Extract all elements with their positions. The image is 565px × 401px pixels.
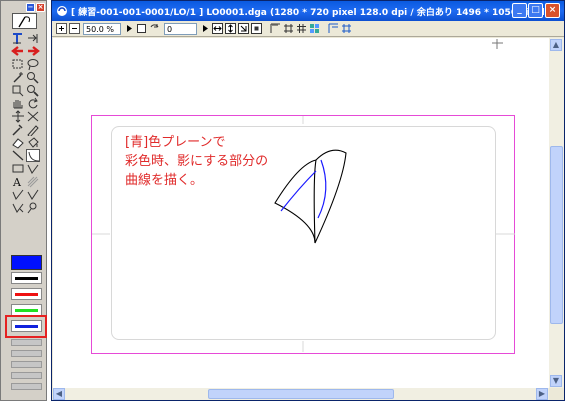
insert-icon[interactable] bbox=[26, 32, 40, 45]
vertical-scrollbar[interactable]: ▲ ▼ bbox=[549, 38, 564, 388]
rotate-view-icon[interactable] bbox=[149, 23, 160, 34]
zoom-dropdown-icon[interactable] bbox=[124, 23, 135, 34]
color-swatch-empty[interactable] bbox=[11, 339, 42, 346]
color-swatch-black[interactable] bbox=[11, 272, 42, 284]
app-icon bbox=[57, 6, 67, 16]
color-swatch-empty[interactable] bbox=[11, 372, 42, 379]
fill-bucket-icon[interactable] bbox=[26, 136, 40, 149]
scroll-up-icon[interactable]: ▲ bbox=[550, 39, 562, 51]
color-swatch-blue-selected[interactable] bbox=[11, 255, 42, 270]
line-tool-icon[interactable] bbox=[11, 149, 25, 162]
snap-grid-icon[interactable] bbox=[341, 23, 352, 34]
scroll-down-icon[interactable]: ▼ bbox=[550, 375, 562, 387]
actual-size-icon[interactable] bbox=[251, 23, 262, 34]
zoom-field[interactable] bbox=[83, 23, 121, 35]
horizontal-scrollbar[interactable]: ◀ ▶ bbox=[53, 388, 549, 400]
current-tool-indicator[interactable] bbox=[12, 13, 37, 29]
transparency-icon[interactable] bbox=[309, 23, 320, 34]
move-icon[interactable] bbox=[11, 110, 25, 123]
magnifier-icon[interactable] bbox=[26, 84, 40, 97]
magic-wand-icon[interactable] bbox=[11, 71, 25, 84]
frame-dropdown-icon[interactable] bbox=[200, 23, 211, 34]
window-title: [ 練習-001-001-0001/LO/1 ] LO0001.dga (128… bbox=[71, 8, 549, 18]
svg-text:A: A bbox=[12, 176, 22, 188]
correct-line-icon[interactable] bbox=[11, 188, 25, 201]
rect-select-icon[interactable] bbox=[11, 58, 25, 71]
hand-icon[interactable] bbox=[11, 97, 25, 110]
drawing-canvas[interactable]: [青]色プレーンで 彩色時、影にする部分の 曲線を描く。 bbox=[53, 38, 549, 388]
eyedropper-icon[interactable] bbox=[11, 123, 25, 136]
arrow-right-red-icon[interactable] bbox=[26, 45, 40, 58]
text-tool-icon[interactable] bbox=[11, 32, 25, 45]
curve-tool-icon[interactable] bbox=[26, 149, 40, 162]
color-swatch-empty[interactable] bbox=[11, 383, 42, 390]
palette-close-button[interactable]: × bbox=[36, 3, 45, 12]
frame-field[interactable] bbox=[164, 23, 197, 35]
polyline-tool-icon[interactable] bbox=[26, 162, 40, 175]
palette-minimize-button[interactable]: − bbox=[26, 3, 35, 12]
lasso-icon[interactable] bbox=[26, 58, 40, 71]
vertical-scroll-thumb[interactable] bbox=[550, 146, 563, 324]
rotate-icon[interactable] bbox=[26, 97, 40, 110]
snap-ruler-icon[interactable] bbox=[328, 23, 339, 34]
close-button[interactable]: × bbox=[545, 3, 560, 18]
zoom-out-icon[interactable] bbox=[69, 23, 80, 34]
brush-curve-icon bbox=[18, 16, 30, 28]
color-swatch-red[interactable] bbox=[11, 288, 42, 300]
view-toolbar bbox=[52, 21, 564, 37]
hatch-tool-icon[interactable] bbox=[26, 175, 40, 188]
zoom-select-icon[interactable] bbox=[26, 71, 40, 84]
scroll-left-icon[interactable]: ◀ bbox=[53, 388, 65, 400]
zoom-in-icon[interactable] bbox=[56, 23, 67, 34]
title-bar[interactable]: [ 練習-001-001-0001/LO/1 ] LO0001.dga (128… bbox=[52, 1, 564, 21]
tool-palette: − × A bbox=[0, 0, 47, 401]
eraser-icon[interactable] bbox=[11, 136, 25, 149]
highlight-box bbox=[5, 315, 47, 338]
fit-page-icon[interactable] bbox=[238, 23, 249, 34]
transform-icon[interactable] bbox=[26, 110, 40, 123]
correct-curve-icon[interactable] bbox=[11, 201, 25, 214]
fit-width-icon[interactable] bbox=[212, 23, 223, 34]
maximize-button[interactable]: □ bbox=[528, 3, 543, 18]
drawing-strokes bbox=[274, 149, 347, 244]
select-plus-icon[interactable] bbox=[11, 84, 25, 97]
pen-icon[interactable] bbox=[26, 123, 40, 136]
arrow-left-red-icon[interactable] bbox=[11, 45, 25, 58]
grid-icon[interactable] bbox=[296, 23, 307, 34]
color-swatch-empty[interactable] bbox=[11, 361, 42, 368]
correct-line-2-icon[interactable] bbox=[26, 188, 40, 201]
text-a-tool-icon[interactable]: A bbox=[11, 175, 25, 188]
rectangle-tool-icon[interactable] bbox=[11, 162, 25, 175]
fit-height-icon[interactable] bbox=[225, 23, 236, 34]
ruler-icon[interactable] bbox=[270, 23, 281, 34]
minimize-button[interactable]: _ bbox=[512, 3, 527, 18]
guide-icon[interactable] bbox=[283, 23, 294, 34]
palette-header: − × bbox=[3, 3, 46, 12]
search-line-icon[interactable] bbox=[26, 201, 40, 214]
scroll-right-icon[interactable]: ▶ bbox=[536, 388, 548, 400]
page-icon[interactable] bbox=[136, 23, 147, 34]
color-swatch-empty[interactable] bbox=[11, 350, 42, 357]
horizontal-scroll-thumb[interactable] bbox=[208, 389, 394, 399]
document-window: [ 練習-001-001-0001/LO/1 ] LO0001.dga (128… bbox=[51, 0, 565, 401]
